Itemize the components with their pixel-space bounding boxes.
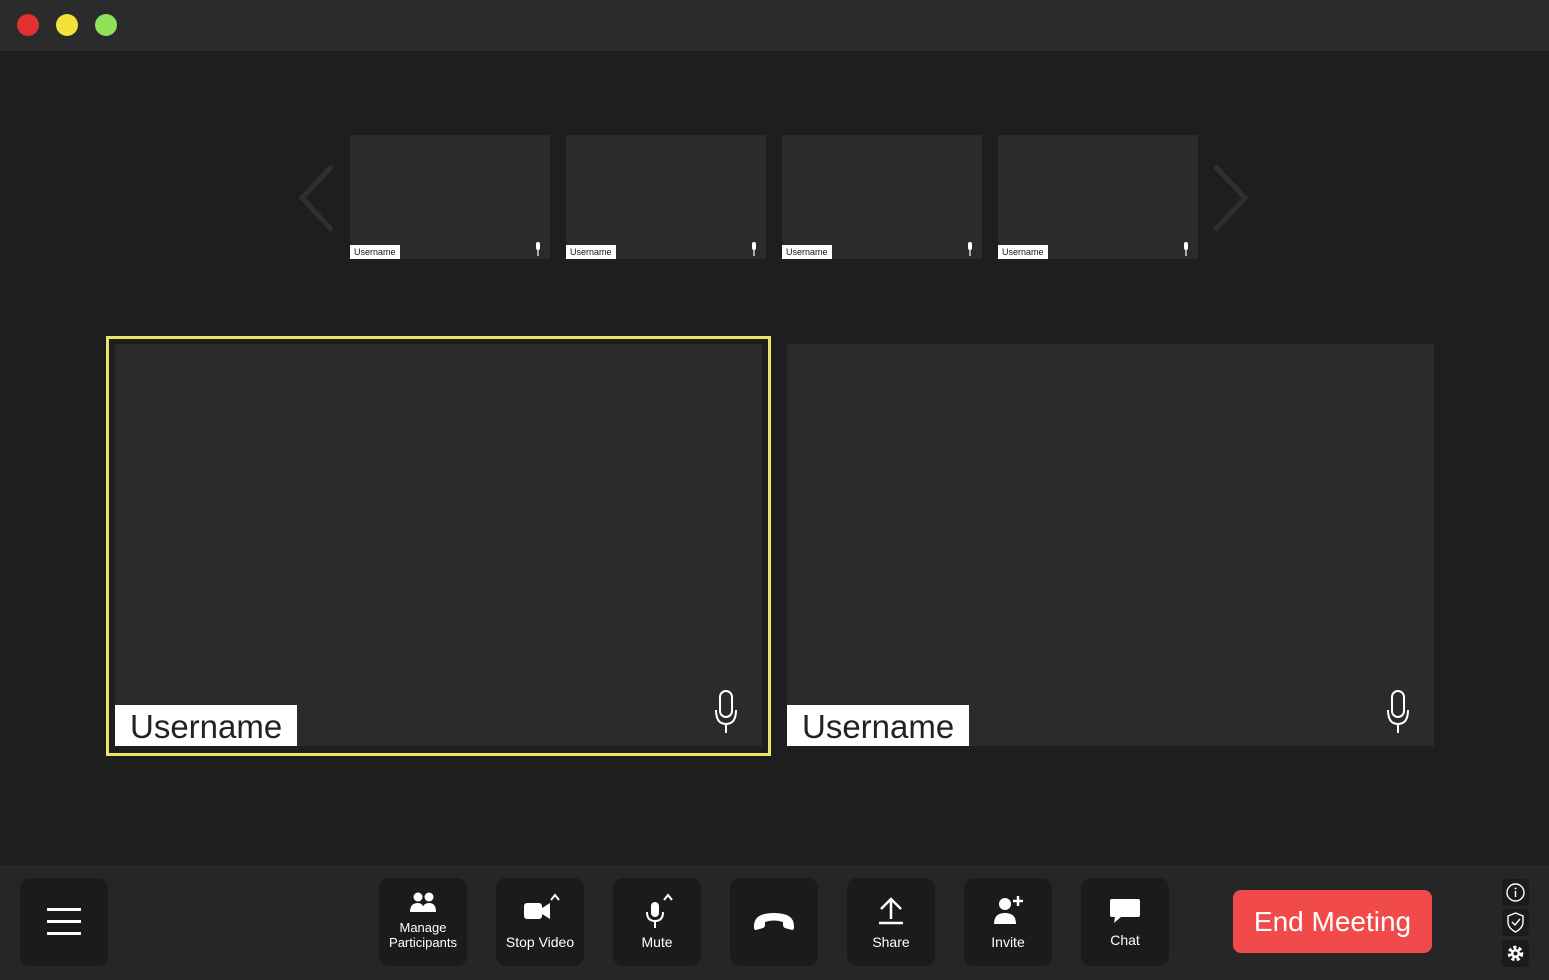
gear-icon[interactable] [1502,940,1529,967]
info-icon[interactable] [1502,879,1529,906]
participant-thumbnail[interactable]: Username [350,135,550,259]
window-maximize-button[interactable] [95,14,117,36]
participant-video-tile[interactable]: Username [787,344,1434,746]
end-meeting-button[interactable]: End Meeting [1233,890,1432,953]
invite-button[interactable]: Invite [964,878,1052,966]
tile-username: Username [787,705,970,746]
microphone-icon [715,690,737,733]
upload-arrow-icon [879,897,903,925]
chat-label: Chat [1110,932,1140,948]
thumbnail-username: Username [998,245,1048,259]
share-label: Share [872,934,910,950]
tile-username: Username [115,705,298,746]
meeting-toolbar: Manage Participants Stop Video Mute Shar… [0,865,1549,980]
stop-video-label: Stop Video [505,934,575,950]
microphone-icon [1184,242,1188,256]
microphone-icon [646,893,673,928]
thumbnail-username: Username [350,245,400,259]
hang-up-button[interactable] [730,878,818,966]
video-camera-icon [524,893,560,919]
mute-label: Mute [641,934,673,950]
phone-hangup-icon [754,913,794,930]
microphone-icon [536,242,540,256]
share-button[interactable]: Share [847,878,935,966]
microphone-icon [752,242,756,256]
menu-button[interactable] [20,878,108,966]
next-page-arrow-icon[interactable] [1209,160,1253,236]
participant-thumbnail[interactable]: Username [566,135,766,259]
thumbnail-username: Username [782,245,832,259]
add-user-icon [994,896,1023,924]
previous-page-arrow-icon[interactable] [294,160,338,236]
participants-icon [410,892,436,912]
participant-thumbnail[interactable]: Username [782,135,982,259]
chat-button[interactable]: Chat [1081,878,1169,966]
window-close-button[interactable] [17,14,39,36]
invite-label: Invite [991,934,1025,950]
stop-video-button[interactable]: Stop Video [496,878,584,966]
title-bar [0,0,1549,51]
mute-button[interactable]: Mute [613,878,701,966]
microphone-icon [968,242,972,256]
participant-video-tile[interactable]: Username [115,344,762,746]
hamburger-menu-icon [47,908,81,935]
manage-participants-button[interactable]: Manage Participants [379,878,467,966]
microphone-icon [1387,690,1409,733]
chat-bubble-icon [1110,899,1140,923]
thumbnail-username: Username [566,245,616,259]
participant-thumbnail[interactable]: Username [998,135,1198,259]
manage-participants-label: Manage Participants [389,920,457,950]
window-minimize-button[interactable] [56,14,78,36]
shield-icon[interactable] [1502,909,1529,936]
